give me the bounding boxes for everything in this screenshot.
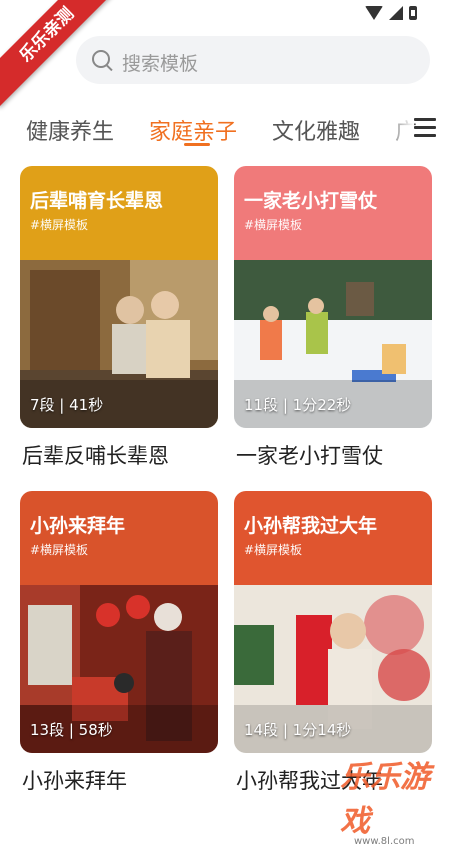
card-info: 14段 | 1分14秒 [244, 721, 352, 739]
tab-culture[interactable]: 文化雅趣 [272, 114, 360, 146]
card-banner: 小孙帮我过大年 #横屏模板 [234, 491, 432, 585]
card-banner: 一家老小打雪仗 #横屏模板 [234, 166, 432, 260]
battery-icon [409, 6, 417, 20]
card-thumbnail[interactable]: 小孙帮我过大年 #横屏模板 14段 | 1分14秒 [234, 491, 432, 753]
watermark-logo: 乐乐游戏 www.8l.com [340, 752, 451, 847]
card-caption[interactable]: 后辈反哺长辈恩 [22, 440, 169, 470]
signal-icon [389, 6, 403, 20]
card-info: 11段 | 1分22秒 [244, 396, 352, 414]
card-thumbnail[interactable]: 后辈哺育长辈恩 #横屏模板 7段 | 41秒 [20, 166, 218, 428]
search-bar[interactable]: 搜索模板 [76, 36, 430, 84]
wifi-icon [365, 6, 383, 20]
banner-tag: #横屏模板 [244, 543, 303, 557]
card-caption[interactable]: 小孙来拜年 [22, 765, 127, 795]
banner-title: 后辈哺育长辈恩 [30, 190, 164, 212]
card-banner: 小孙来拜年 #横屏模板 [20, 491, 218, 585]
card-info: 7段 | 41秒 [30, 396, 104, 414]
banner-tag: #横屏模板 [30, 218, 89, 232]
card-caption[interactable]: 一家老小打雪仗 [236, 440, 383, 470]
tabs-fade [380, 110, 414, 150]
watermark-url: www.8l.com [354, 836, 415, 847]
card-banner: 后辈哺育长辈恩 #横屏模板 [20, 166, 218, 260]
banner-tag: #横屏模板 [244, 218, 303, 232]
banner-title: 小孙来拜年 [30, 515, 126, 537]
menu-icon[interactable] [414, 118, 436, 142]
search-placeholder: 搜索模板 [122, 53, 199, 75]
search-icon [92, 50, 110, 68]
tab-family[interactable]: 家庭亲子 [149, 114, 237, 146]
banner-tag: #横屏模板 [30, 543, 89, 557]
tab-health[interactable]: 健康养生 [26, 114, 114, 146]
active-tab-indicator [184, 143, 210, 146]
card-info: 13段 | 58秒 [30, 721, 113, 739]
watermark-text: 乐乐游戏 [340, 760, 430, 839]
card-thumbnail[interactable]: 小孙来拜年 #横屏模板 13段 | 58秒 [20, 491, 218, 753]
banner-title: 一家老小打雪仗 [244, 190, 378, 212]
banner-title: 小孙帮我过大年 [244, 515, 378, 537]
card-thumbnail[interactable]: 一家老小打雪仗 #横屏模板 11段 | 1分22秒 [234, 166, 432, 428]
